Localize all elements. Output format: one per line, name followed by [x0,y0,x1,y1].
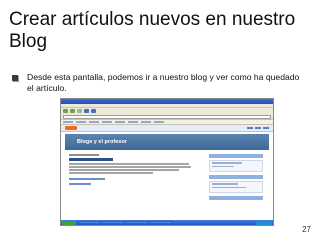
blog-sidebar [209,154,263,202]
blog-header: Blogs y el profesor [65,134,269,150]
system-tray [256,220,272,225]
browser-screenshot: Blogs y el profesor [60,98,274,226]
address-field [63,114,271,119]
start-button-icon [62,220,76,225]
navbar-links [247,127,269,129]
blog-title: Blogs y el profesor [77,139,127,145]
blogger-logo-icon [65,126,77,130]
home-icon [91,109,96,113]
bullet-text: Desde esta pantalla, podemos ir a nuestr… [27,72,300,93]
slide-title: Crear artículos nuevos en nuestro Blog [9,9,296,52]
blog-content [65,152,269,220]
bullet-item: Desde esta pantalla, podemos ir a nuestr… [12,72,308,94]
windows-taskbar [61,220,273,225]
blogger-navbar [61,125,273,132]
refresh-icon [84,109,89,113]
bullet-square-icon [12,75,18,81]
blog-post [69,154,195,185]
page-number: 27 [302,225,311,234]
forward-icon [70,109,75,113]
back-icon [63,109,68,113]
stop-icon [77,109,82,113]
